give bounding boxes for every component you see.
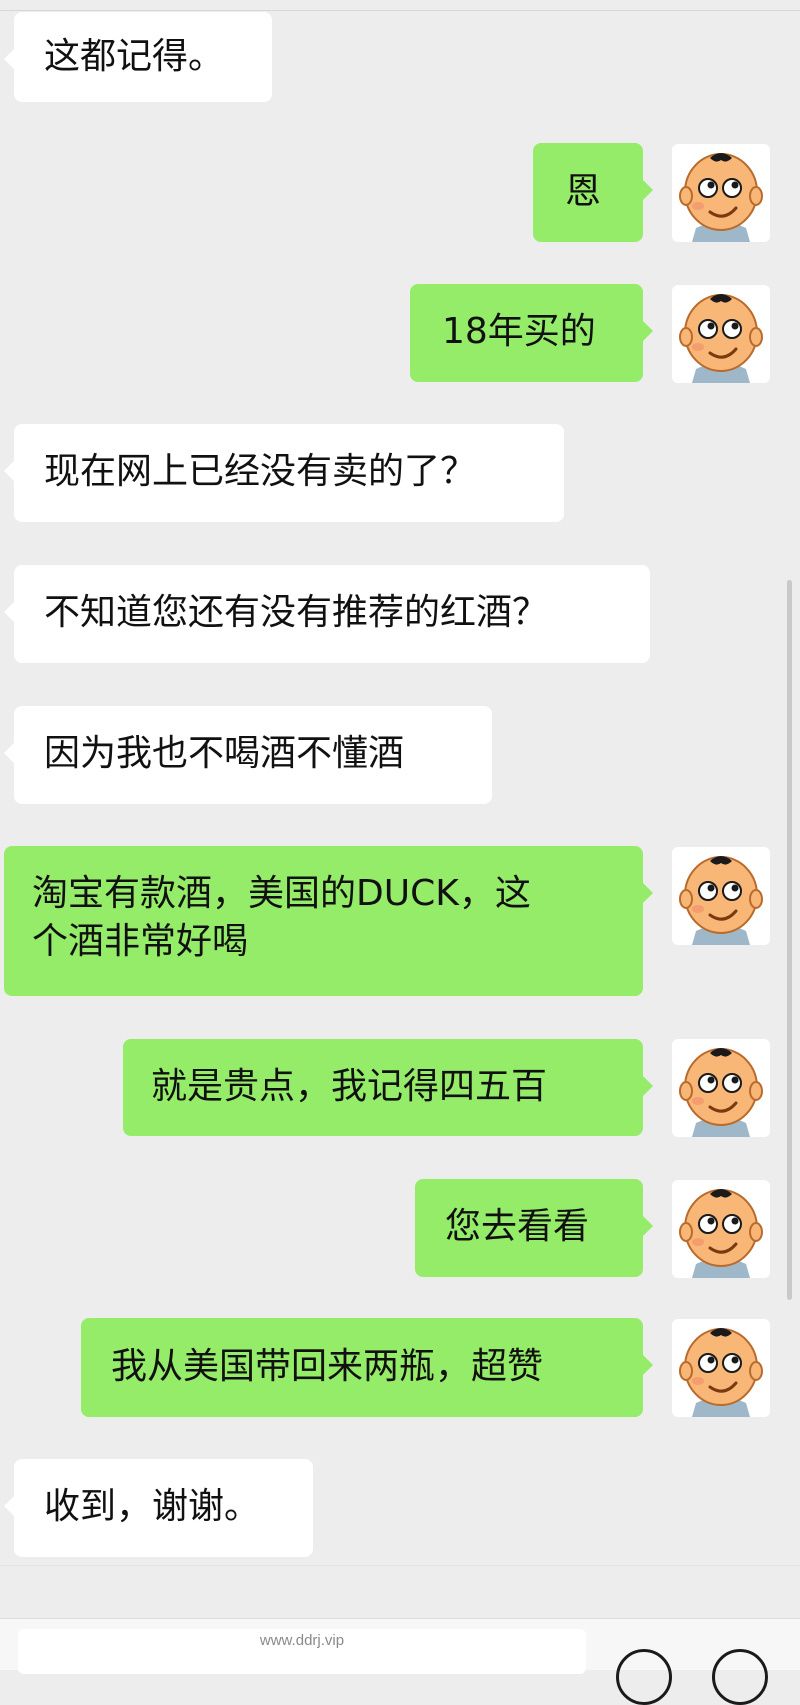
message-input[interactable]: www.ddrj.vip xyxy=(18,1629,586,1674)
message-text: 这都记得。 xyxy=(44,36,225,77)
cartoon-baby-avatar-icon xyxy=(679,1189,763,1278)
message-text: 您去看看 xyxy=(445,1206,590,1247)
message-text: 18年买的 xyxy=(442,311,596,352)
incoming-message-bubble[interactable]: 因为我也不喝酒不懂酒 xyxy=(4,706,492,804)
user-avatar[interactable] xyxy=(672,1180,770,1278)
outgoing-message-bubble[interactable]: 恩 xyxy=(533,143,653,242)
user-avatar[interactable] xyxy=(672,285,770,383)
outgoing-message-bubble[interactable]: 18年买的 xyxy=(410,284,653,382)
message-text: 收到，谢谢。 xyxy=(44,1486,261,1527)
top-divider xyxy=(0,10,800,11)
user-avatar[interactable] xyxy=(672,847,770,945)
user-avatar[interactable] xyxy=(672,1039,770,1137)
message-text: 现在网上已经没有卖的了？ xyxy=(44,451,477,492)
user-avatar[interactable] xyxy=(672,144,770,242)
outgoing-message-bubble[interactable]: 您去看看 xyxy=(415,1179,653,1277)
outgoing-message-bubble[interactable]: 我从美国带回来两瓶，超赞 xyxy=(81,1318,653,1417)
message-text: 我从美国带回来两瓶，超赞 xyxy=(111,1346,544,1387)
cartoon-baby-avatar-icon xyxy=(679,1328,763,1417)
message-text: 恩 xyxy=(565,171,602,212)
message-text-line-2: 个酒非常好喝 xyxy=(32,921,249,962)
user-avatar[interactable] xyxy=(672,1319,770,1417)
chat-input-bar: www.ddrj.vip xyxy=(0,1618,800,1705)
chat-scrollbar[interactable] xyxy=(787,580,792,1300)
cartoon-baby-avatar-icon xyxy=(679,1048,763,1137)
outgoing-message-bubble[interactable]: 就是贵点，我记得四五百 xyxy=(123,1039,653,1136)
message-text-line-1: 淘宝有款酒，美国的DUCK，这 xyxy=(32,873,531,914)
emoji-button[interactable] xyxy=(616,1649,672,1705)
message-text: 因为我也不喝酒不懂酒 xyxy=(44,733,405,774)
incoming-message-bubble[interactable]: 这都记得。 xyxy=(4,12,272,102)
site-url: www.ddrj.vip xyxy=(259,1632,345,1649)
cartoon-baby-avatar-icon xyxy=(679,294,763,383)
cartoon-baby-avatar-icon xyxy=(679,856,763,945)
cartoon-baby-avatar-icon xyxy=(679,153,763,242)
divider xyxy=(0,1565,800,1566)
incoming-message-bubble[interactable]: 收到，谢谢。 xyxy=(4,1459,313,1557)
outgoing-message-bubble[interactable]: 淘宝有款酒，美国的DUCK，这 个酒非常好喝 xyxy=(4,846,653,996)
more-button[interactable] xyxy=(712,1649,768,1705)
message-text: 就是贵点，我记得四五百 xyxy=(151,1066,548,1107)
incoming-message-bubble[interactable]: 现在网上已经没有卖的了？ xyxy=(4,424,564,522)
message-text: 不知道您还有没有推荐的红酒？ xyxy=(44,592,549,633)
incoming-message-bubble[interactable]: 不知道您还有没有推荐的红酒？ xyxy=(4,565,650,663)
